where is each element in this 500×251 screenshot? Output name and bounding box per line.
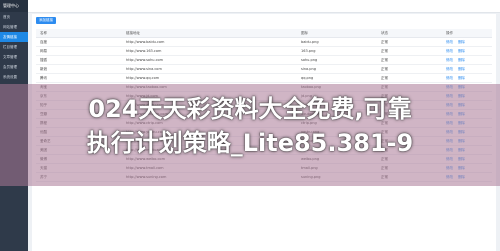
header-url: 链接地址 <box>126 31 140 35</box>
header-actions: 操作 <box>446 31 453 35</box>
sidebar-item[interactable]: 网站管理 <box>0 22 28 32</box>
cell-name: 搜狐 <box>40 58 47 62</box>
sidebar-item[interactable]: 首页 <box>0 12 28 22</box>
cell-icon: 163.png <box>301 49 316 53</box>
table-row: 新浪 http://www.sina.com sina.png 正常 修改 删除 <box>36 65 492 74</box>
top-bar <box>28 0 500 13</box>
cell-url: http://www.qq.com <box>126 76 160 80</box>
edit-link[interactable]: 修改 <box>446 65 453 73</box>
table-row: 百度 http://www.baidu.com baidu.png 正常 修改 删除 <box>36 38 492 47</box>
cell-url: http://www.sohu.com <box>126 58 164 62</box>
edit-link[interactable]: 修改 <box>446 74 453 82</box>
table-row: 网易 http://www.163.com 163.png 正常 修改 删除 <box>36 47 492 56</box>
table-row: 搜狐 http://www.sohu.com sohu.png 正常 修改 删除 <box>36 56 492 65</box>
delete-link[interactable]: 删除 <box>458 65 465 73</box>
cell-name: 百度 <box>40 40 47 44</box>
cell-status: 正常 <box>381 67 388 71</box>
sidebar-item[interactable]: 系统设置 <box>0 72 28 82</box>
header-icon: 图标 <box>301 31 308 35</box>
cell-icon: sina.png <box>301 67 316 71</box>
cell-status: 正常 <box>381 49 388 53</box>
sidebar-item[interactable]: 文章管理 <box>0 52 28 62</box>
edit-link[interactable]: 修改 <box>446 38 453 46</box>
table-row: 腾讯 http://www.qq.com qq.png 正常 修改 删除 <box>36 74 492 83</box>
cell-name: 腾讯 <box>40 76 47 80</box>
cell-url: http://www.sina.com <box>126 67 162 71</box>
delete-link[interactable]: 删除 <box>458 47 465 55</box>
delete-link[interactable]: 删除 <box>458 38 465 46</box>
sidebar-item[interactable]: 会员管理 <box>0 62 28 72</box>
cell-status: 正常 <box>381 76 388 80</box>
cell-url: http://www.baidu.com <box>126 40 165 44</box>
cell-name: 新浪 <box>40 67 47 71</box>
add-link-button[interactable]: 添加链接 <box>36 17 56 24</box>
header-name: 名称 <box>40 31 47 35</box>
edit-link[interactable]: 修改 <box>446 56 453 64</box>
cell-name: 网易 <box>40 49 47 53</box>
cell-icon: sohu.png <box>301 58 318 62</box>
cell-icon: qq.png <box>301 76 314 80</box>
table-header: 名称 链接地址 图标 状态 操作 <box>36 29 492 38</box>
sidebar-nav: 首页 网站管理 友情链接 栏目管理 文章管理 会员管理 系统设置 <box>0 12 28 82</box>
edit-link[interactable]: 修改 <box>446 47 453 55</box>
sidebar-item[interactable]: 栏目管理 <box>0 42 28 52</box>
delete-link[interactable]: 删除 <box>458 56 465 64</box>
sidebar-brand: 管理中心 <box>0 0 28 12</box>
sidebar-item[interactable]: 友情链接 <box>0 32 28 42</box>
cell-icon: baidu.png <box>301 40 319 44</box>
cell-status: 正常 <box>381 40 388 44</box>
banner-headline: 024天天彩资料大全免费,可靠 执行计划策略_Lite85.381-9 <box>86 95 414 157</box>
cell-status: 正常 <box>381 58 388 62</box>
delete-link[interactable]: 删除 <box>458 74 465 82</box>
cell-url: http://www.163.com <box>126 49 162 53</box>
header-status: 状态 <box>381 31 388 35</box>
